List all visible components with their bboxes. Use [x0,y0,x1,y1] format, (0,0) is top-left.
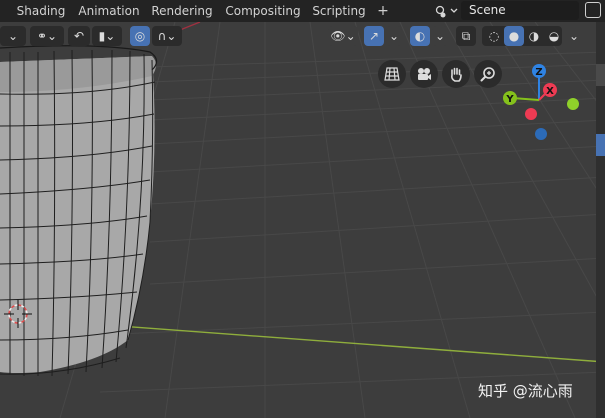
scene-selector-icon[interactable] [432,1,460,21]
shading-options-dropdown[interactable]: ⌄ [566,26,582,46]
proportional-edit-icon: ◎ [134,29,146,43]
xray-toggle[interactable]: ⧉ [456,26,476,46]
sidebar-edge[interactable] [596,22,605,418]
shading-solid-icon: ● [508,29,520,43]
shading-wireframe-icon: ◌ [488,29,500,43]
gizmo-dropdown[interactable]: ⌄ [386,26,402,46]
gizmo-toggle[interactable]: ↗ [364,26,384,46]
add-workspace-button[interactable]: + [374,0,392,22]
gizmo-z-label: Z [535,67,542,78]
shading-rendered-icon: ◒ [548,29,560,43]
overlay-icon: ◐ [414,29,426,43]
xray-icon: ⧉ [461,29,471,43]
new-scene-icon[interactable] [585,2,601,18]
tab-shading[interactable]: Shading [12,0,70,22]
pan-view-button[interactable] [442,60,470,88]
mode-dropdown[interactable]: ⌄ [0,26,26,46]
tab-animation[interactable]: Animation [74,0,144,22]
visibility-dropdown[interactable]: 👁⌄ [328,26,358,46]
falloff-icon: ▮⌄ [98,29,116,43]
link-icon: ⚭⌄ [36,29,58,43]
chevron-down-icon: ⌄ [568,29,580,43]
gizmo-icon: ↗ [368,29,380,43]
shading-wireframe-button[interactable]: ◌ [484,26,504,46]
chevron-down-icon: ⌄ [388,29,400,43]
proportional-edit-toggle[interactable]: ◎ [130,26,150,46]
shading-rendered-button[interactable]: ◒ [544,26,564,46]
workspace-tab-bar: Shading Animation Rendering Compositing … [0,0,605,22]
snap-icon: ↶ [73,29,85,43]
watermark-text: 知乎 @流心雨 [478,382,573,400]
scene-name-field[interactable]: Scene [461,1,579,20]
gizmo-neg-x-axis[interactable] [525,108,537,120]
gizmo-neg-y-axis[interactable] [567,98,579,110]
visibility-eye-icon: 👁⌄ [330,29,356,43]
snap-toggle[interactable]: ↶ [68,26,90,46]
pivot-dropdown[interactable]: ⚭⌄ [30,26,64,46]
sidebar-tab-active[interactable] [596,134,605,156]
toggle-grid-view-button[interactable] [378,60,406,88]
tab-scripting[interactable]: Scripting [309,0,369,22]
gizmo-y-label: Y [505,94,514,105]
shading-material-icon: ◑ [528,29,540,43]
chevron-down-icon: ⌄ [434,29,446,43]
snap-target-dropdown[interactable]: ▮⌄ [92,26,122,46]
falloff-dropdown[interactable]: ∩⌄ [152,26,182,46]
navigation-gizmo[interactable]: Z X Y [496,60,588,144]
zoom-icon [480,67,495,82]
shading-solid-button[interactable]: ● [504,26,524,46]
gizmo-neg-z-axis[interactable] [535,128,547,140]
overlay-dropdown[interactable]: ⌄ [432,26,448,46]
tab-compositing[interactable]: Compositing [222,0,304,22]
overlay-toggle[interactable]: ◐ [410,26,430,46]
sidebar-collapse-tab[interactable] [596,64,605,86]
camera-icon [418,68,431,80]
hand-pan-icon [451,67,462,82]
gizmo-x-label: X [546,86,554,97]
shading-material-button[interactable]: ◑ [524,26,544,46]
falloff-curve-icon: ∩⌄ [157,29,177,43]
grid-view-icon [384,67,400,81]
camera-view-button[interactable] [410,60,438,88]
tab-rendering[interactable]: Rendering [149,0,215,22]
chevron-down-icon: ⌄ [7,29,19,43]
3d-viewport[interactable]: ⌄ ⚭⌄ ↶ ▮⌄ ◎ ∩⌄ 👁⌄ ↗ ⌄ ◐ ⌄ ⧉ ◌ ● ◑ ◒ ⌄ Z … [0,22,605,418]
